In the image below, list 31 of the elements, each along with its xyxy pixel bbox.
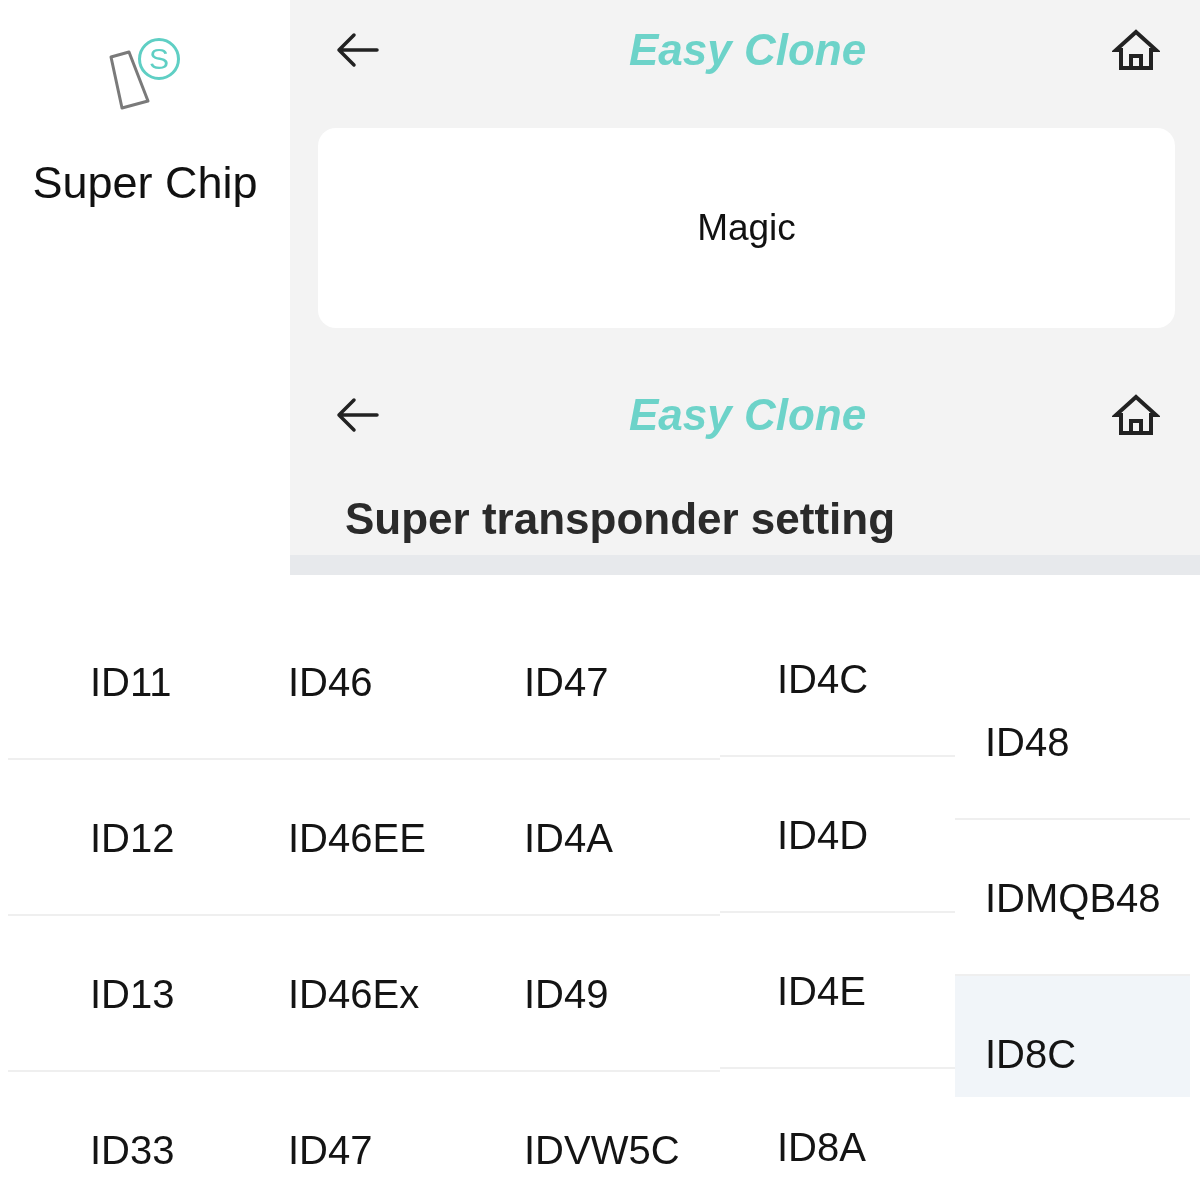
transponder-item[interactable]: ID11 <box>8 604 245 760</box>
transponder-item[interactable]: ID4A <box>480 760 720 916</box>
home-icon <box>1112 28 1160 72</box>
tile-label[interactable]: Super Chip <box>32 155 258 211</box>
transponder-item[interactable]: ID49 <box>480 916 720 1072</box>
transponder-item[interactable]: ID8A <box>720 1069 955 1190</box>
home-button[interactable] <box>1112 28 1160 72</box>
home-button[interactable] <box>1112 393 1160 437</box>
app-title: Easy Clone <box>628 28 867 72</box>
transponder-item[interactable]: ID47 <box>245 1072 480 1193</box>
transponder-item[interactable]: ID46EE <box>245 760 480 916</box>
transponder-item[interactable]: ID33 <box>8 1072 245 1193</box>
section-title: Super transponder setting <box>345 494 896 544</box>
option-card[interactable]: Magic <box>318 128 1175 328</box>
transponder-item[interactable]: ID48 <box>955 664 1190 820</box>
transponder-item[interactable]: IDVW5C <box>480 1072 720 1193</box>
logo-badge: S <box>138 38 180 80</box>
transponder-item[interactable]: ID46Ex <box>245 916 480 1072</box>
transponder-item[interactable]: ID12 <box>8 760 245 916</box>
home-icon <box>1112 393 1160 437</box>
transponder-item[interactable]: ID13 <box>8 916 245 1072</box>
app-title: Easy Clone <box>628 393 867 437</box>
transponder-item[interactable]: ID46 <box>245 604 480 760</box>
transponder-item[interactable]: ID47 <box>480 604 720 760</box>
back-button[interactable] <box>335 397 379 433</box>
back-arrow-icon <box>335 32 379 68</box>
transponder-item[interactable]: ID4D <box>720 757 955 913</box>
back-arrow-icon <box>335 397 379 433</box>
transponder-item[interactable]: ID4C <box>720 601 955 757</box>
back-button[interactable] <box>335 32 379 68</box>
transponder-item[interactable]: ID8C <box>955 976 1190 1097</box>
